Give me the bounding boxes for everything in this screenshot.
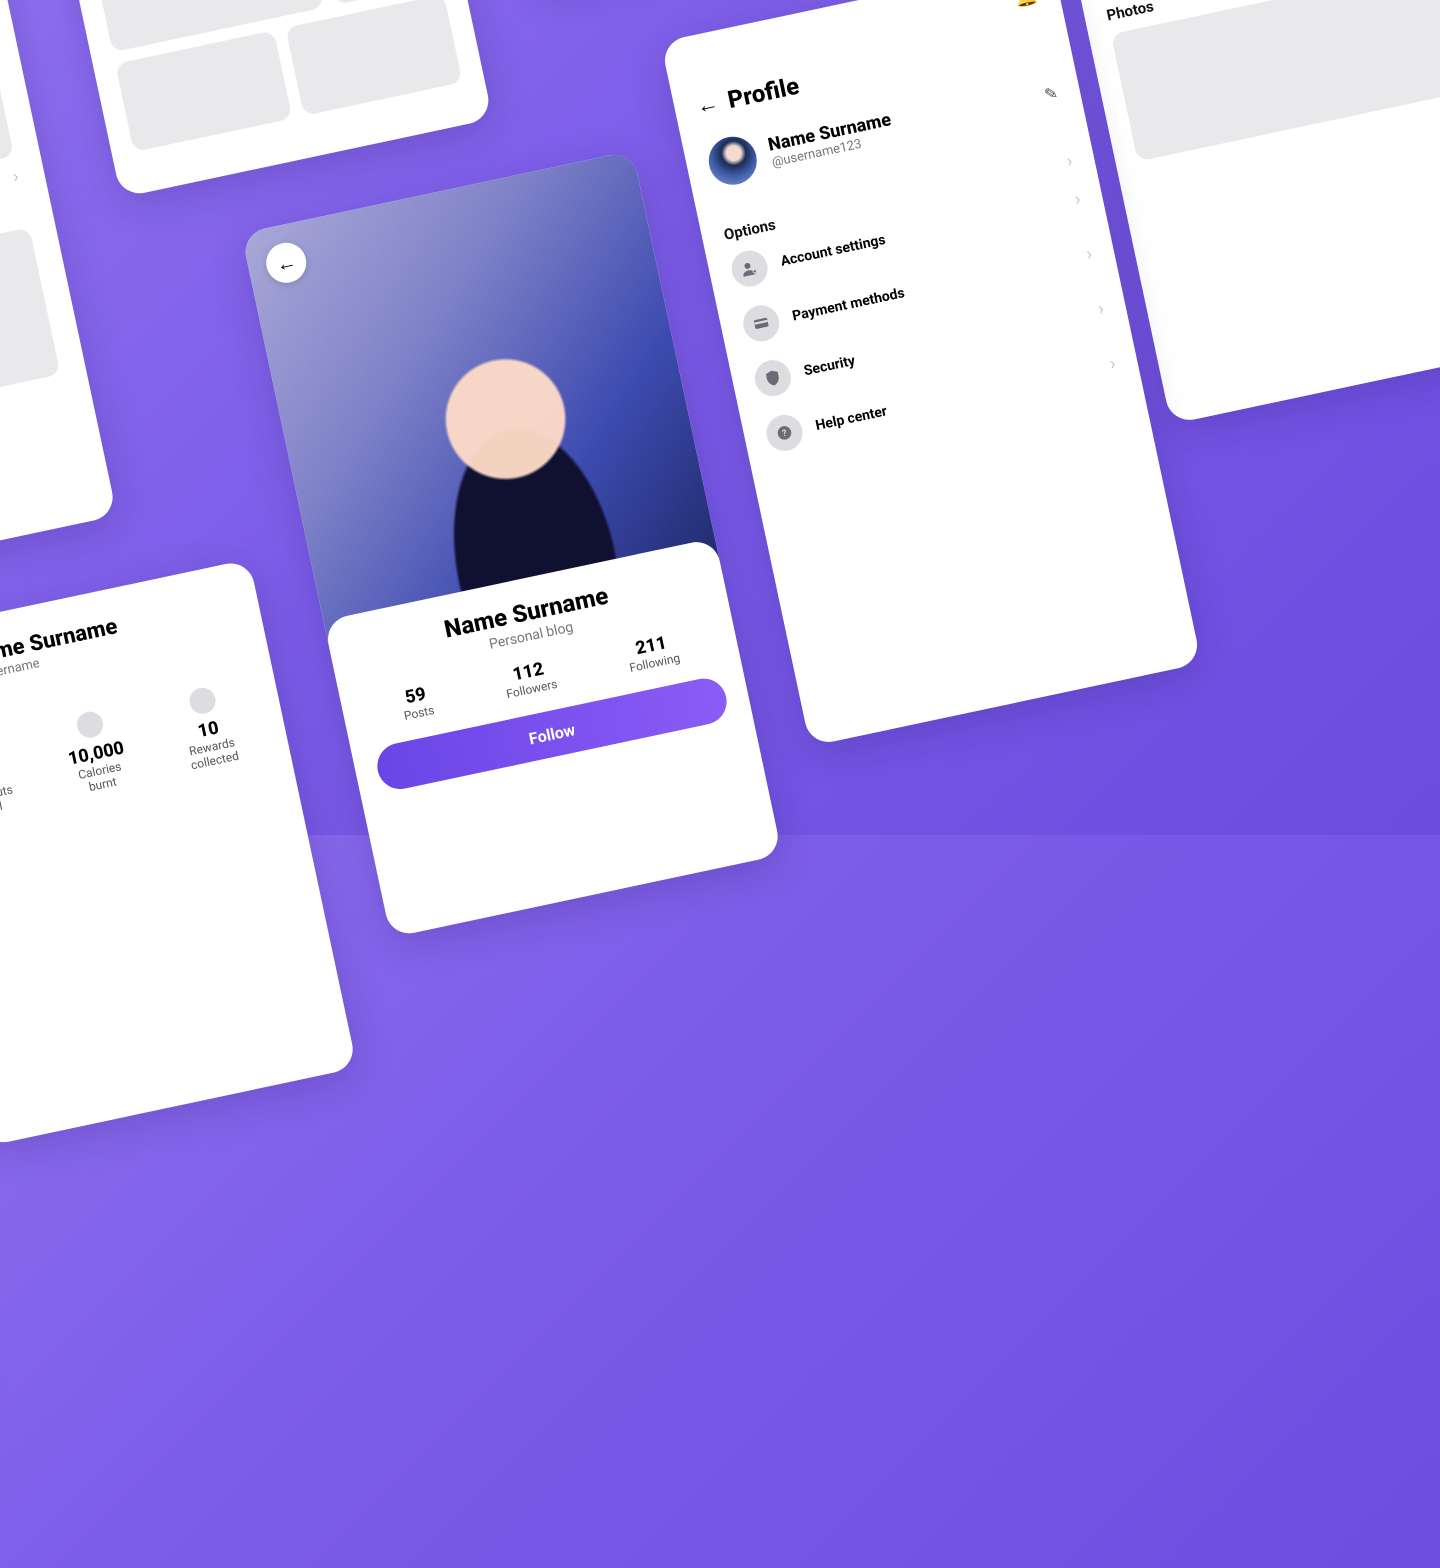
chevron-right-icon: › (1084, 242, 1094, 264)
edit-icon[interactable]: ✎ (1042, 82, 1059, 103)
photo-profile-card: ← Name Surname Personal blog 59 Posts 11… (241, 150, 782, 937)
stat-icon-placeholder (187, 685, 218, 716)
chevron-right-icon: › (1073, 188, 1083, 210)
account-icon (728, 247, 771, 290)
shield-icon (752, 356, 795, 399)
video-placeholder (0, 227, 60, 406)
arrow-left-icon[interactable]: ← (694, 89, 721, 119)
workouts-label-1: Workouts (0, 782, 14, 806)
media-placeholder (285, 0, 462, 116)
bell-icon[interactable]: 🔔 (1013, 0, 1039, 10)
page-title: Profile (725, 71, 801, 113)
back-button[interactable]: ← (263, 239, 310, 286)
workouts-label-2: total (0, 799, 4, 818)
chevron-right-icon: › (1096, 297, 1106, 319)
arrow-left-icon: ← (274, 248, 299, 277)
stat-icon-placeholder (75, 709, 106, 740)
follow-stats-card: @username 112 Followers 211 Following Fo… (34, 0, 493, 197)
follow-button-label: Follow (527, 720, 577, 748)
photo-placeholder (1111, 0, 1440, 161)
help-icon: ? (763, 411, 806, 454)
card-icon (740, 302, 783, 345)
chevron-right-icon: › (1108, 352, 1118, 374)
avatar (704, 132, 761, 189)
media-placeholder (115, 30, 292, 152)
statistics-card: Name Surname @username Statistics 100 Wo… (0, 559, 357, 1147)
chevron-right-icon: › (11, 165, 21, 187)
photo-placeholder (0, 28, 14, 188)
